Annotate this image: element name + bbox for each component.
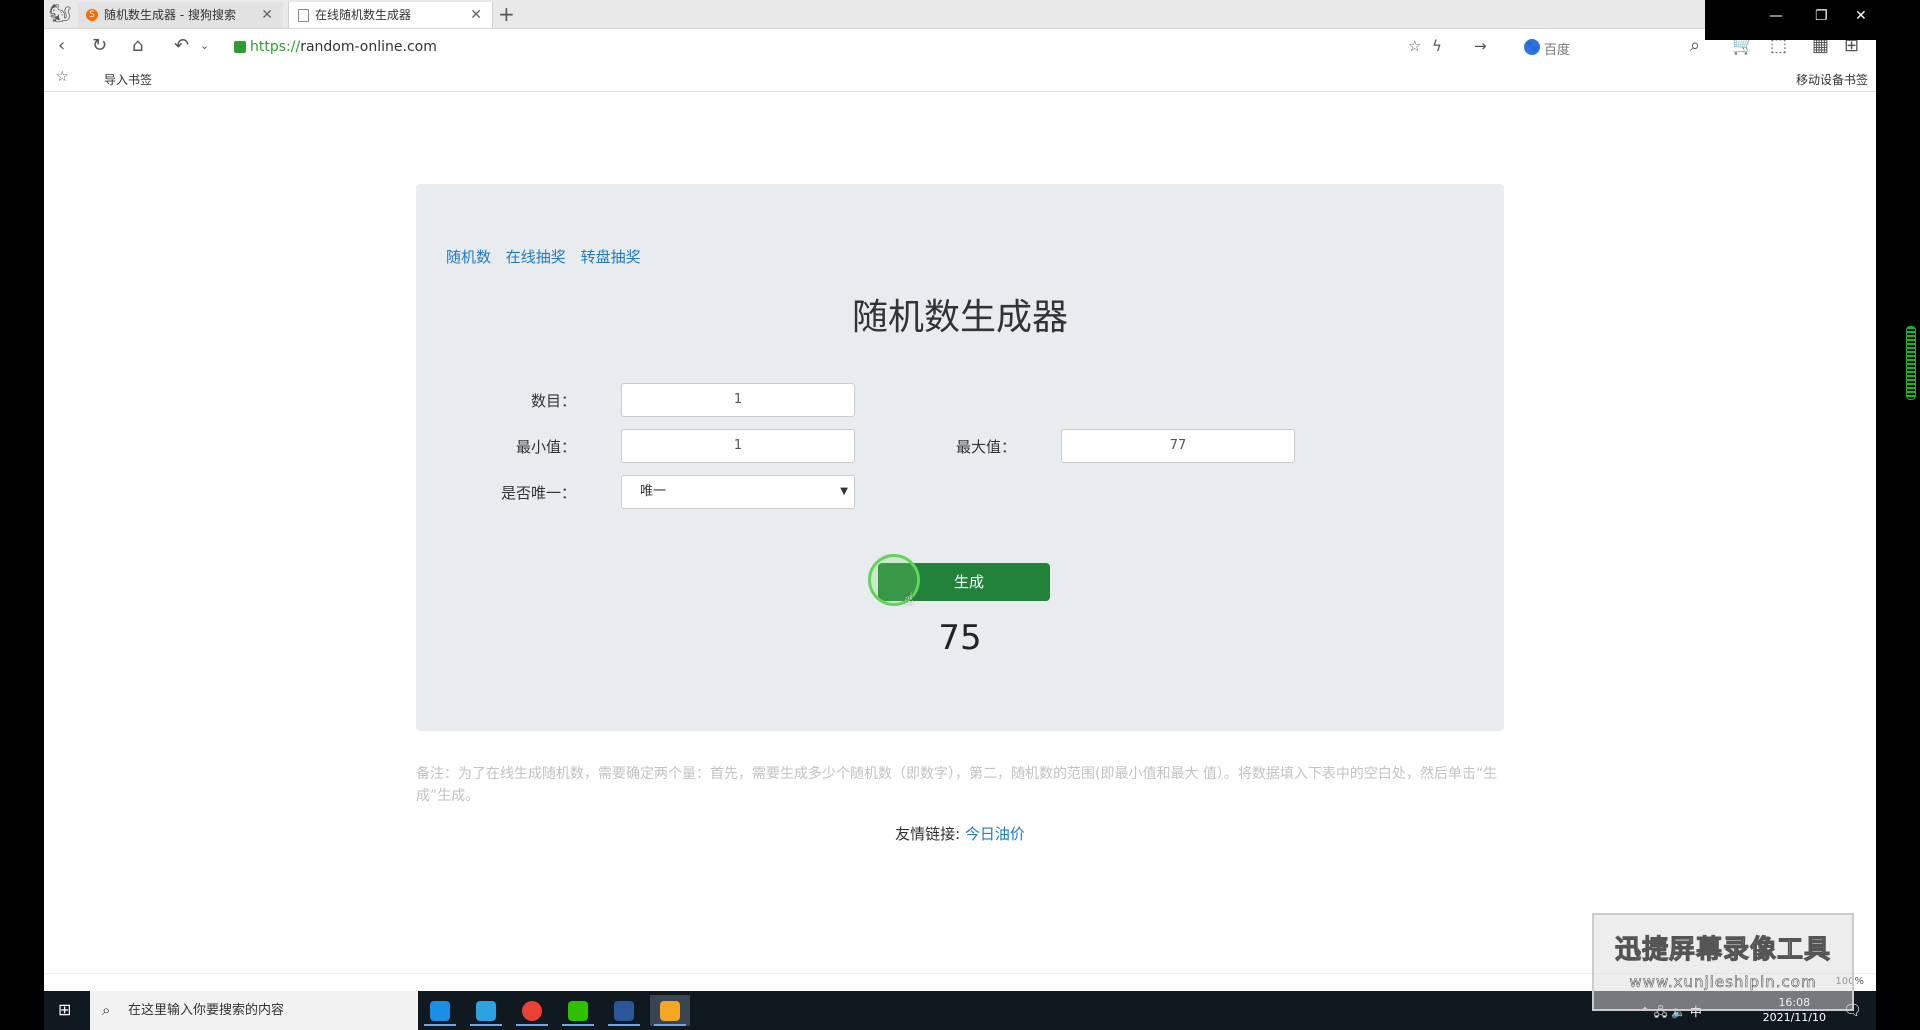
max-input[interactable]: 77 — [1061, 429, 1295, 463]
generate-button-label: 生成 — [953, 573, 984, 591]
min-label: 最小值： — [515, 438, 576, 456]
uc-browser-logo-icon[interactable]: 🐿 — [46, 2, 74, 26]
result-value: 75 — [938, 618, 982, 658]
page-title: 随机数生成器 — [851, 297, 1068, 338]
back-icon[interactable]: ‹ — [58, 35, 65, 56]
hand-cursor-icon: ☝ — [904, 589, 914, 608]
tab-bar: 🐿 S 随机数生成器 - 搜狗搜索 ✕ 在线随机数生成器 ✕ + — [44, 0, 1749, 29]
tab-sogou-search[interactable]: S 随机数生成器 - 搜狗搜索 ✕ — [78, 2, 283, 28]
chrome-icon — [522, 1001, 542, 1021]
taskbar-app-chrome[interactable] — [512, 995, 552, 1026]
minimize-icon[interactable]: — — [1769, 8, 1783, 24]
lock-icon — [234, 41, 246, 53]
wechat-icon — [568, 1001, 588, 1021]
taskbar-app-uc-browser[interactable] — [650, 995, 690, 1026]
friend-links: 友情链接: 今日油价 — [0, 823, 1920, 844]
nav-links: 随机数 在线抽奖 转盘抽奖 — [446, 246, 651, 267]
navigation-toolbar: ‹ ↻ ⌂ ↶ ⌄ https://random-online.com ☆ ϟ … — [44, 29, 1876, 67]
recorder-watermark: 迅捷屏幕录像工具 www.xunjieshipin.com — [1592, 913, 1854, 1011]
star-icon[interactable]: ☆ — [1408, 37, 1421, 55]
nav-link-random-number[interactable]: 随机数 — [446, 248, 491, 266]
url-scheme: https:// — [250, 39, 301, 55]
address-bar[interactable]: https://random-online.com — [234, 35, 437, 59]
search-icon: ⌕ — [102, 1001, 111, 1019]
windows-start-icon[interactable]: ⊞ — [58, 1001, 76, 1019]
import-bookmarks-button[interactable]: 导入书签 — [104, 71, 152, 88]
url-host: random-online.com — [300, 39, 437, 55]
count-input[interactable]: 1 — [621, 383, 855, 417]
taskbar-search-placeholder: 在这里输入你要搜索的内容 — [128, 1003, 285, 1018]
new-tab-button[interactable]: + — [498, 2, 515, 26]
watermark-url: www.xunjieshipin.com — [1629, 973, 1817, 992]
unique-select[interactable]: 唯一 ▼ — [621, 475, 855, 509]
dropdown-arrow-icon: ▼ — [840, 486, 848, 497]
lightning-icon[interactable]: ϟ — [1432, 37, 1442, 55]
home-icon[interactable]: ⌂ — [132, 35, 143, 56]
friend-link-oil-price[interactable]: 今日油价 — [965, 825, 1025, 843]
bookmark-star-icon[interactable]: ☆ — [56, 69, 69, 85]
taskbar-app-word[interactable] — [604, 995, 644, 1026]
mobile-bookmarks-button[interactable]: 移动设备书签 — [1796, 71, 1868, 88]
clock-date: 2021/11/10 — [1762, 1011, 1826, 1024]
count-label: 数目： — [530, 392, 576, 410]
page-icon — [298, 9, 309, 22]
search-engine-label[interactable]: 百度 — [1544, 39, 1570, 58]
uc-browser-icon — [660, 1001, 680, 1021]
baidu-paw-icon[interactable]: 🐾 — [1524, 39, 1540, 55]
send-icon — [476, 1001, 496, 1021]
scroll-indicator[interactable] — [1906, 326, 1916, 400]
forward-arrow-icon[interactable]: → — [1474, 37, 1487, 55]
taskbar-app-telegram[interactable] — [466, 995, 506, 1026]
word-icon — [614, 1001, 634, 1021]
nav-link-wheel-lottery[interactable]: 转盘抽奖 — [581, 248, 641, 266]
chevron-down-icon[interactable]: ⌄ — [200, 39, 209, 52]
generator-panel: 随机数 在线抽奖 转盘抽奖 随机数生成器 数目： 1 最小值： 1 最大值： 7… — [416, 184, 1504, 731]
unique-select-value: 唯一 — [640, 484, 667, 499]
taskbar-app-wechat[interactable] — [558, 995, 598, 1026]
tab-label: 随机数生成器 - 搜狗搜索 — [104, 8, 236, 22]
close-icon[interactable]: ✕ — [470, 2, 482, 28]
close-icon[interactable]: ✕ — [261, 2, 273, 28]
unique-label: 是否唯一： — [500, 484, 576, 502]
search-icon[interactable]: ⌕ — [1690, 35, 1700, 56]
undo-icon[interactable]: ↶ — [174, 35, 189, 56]
max-label: 最大值： — [955, 438, 1016, 456]
generate-button[interactable]: ☝ 生成 — [868, 554, 1050, 608]
min-input[interactable]: 1 — [621, 429, 855, 463]
taskbar-app-qq-browser[interactable] — [420, 995, 460, 1026]
taskbar-search-box[interactable]: ⌕ 在这里输入你要搜索的内容 — [90, 991, 418, 1030]
friend-links-label: 友情链接: — [895, 825, 961, 843]
restore-icon[interactable]: ❐ — [1815, 8, 1828, 24]
tab-label: 在线随机数生成器 — [315, 8, 412, 22]
tab-random-generator[interactable]: 在线随机数生成器 ✕ — [288, 2, 493, 28]
nav-link-online-lottery[interactable]: 在线抽奖 — [506, 248, 566, 266]
note-text: 备注：为了在线生成随机数，需要确定两个量：首先，需要生成多少个随机数（即数字），… — [416, 766, 1498, 804]
close-window-icon[interactable]: ✕ — [1855, 8, 1867, 24]
watermark-title: 迅捷屏幕录像工具 — [1614, 935, 1831, 966]
window-controls: — ❐ ✕ — [1705, 0, 1876, 40]
sogou-icon: S — [86, 9, 98, 21]
reload-icon[interactable]: ↻ — [92, 35, 107, 56]
qq-browser-icon — [430, 1001, 450, 1021]
bookmark-bar: ☆ 导入书签 移动设备书签 — [44, 67, 1876, 92]
